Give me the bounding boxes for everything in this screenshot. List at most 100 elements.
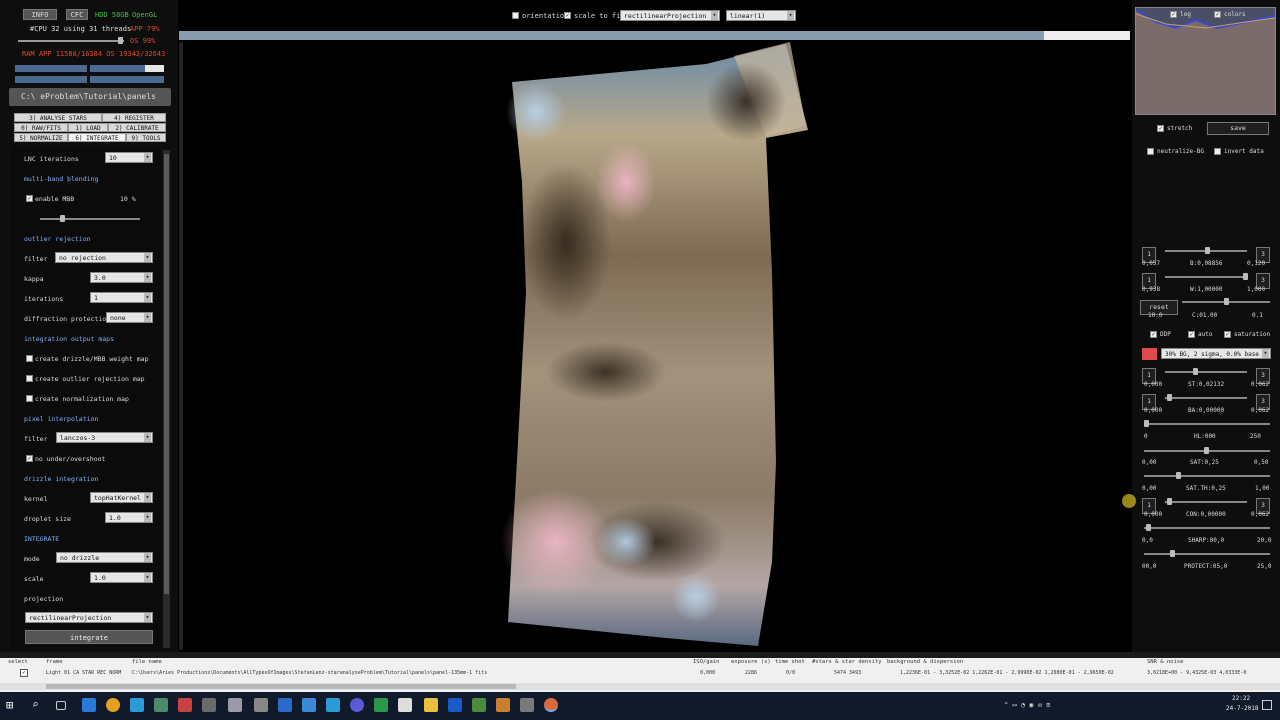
info-button[interactable]: INFO bbox=[23, 9, 57, 20]
ram-status: RAM APP 11588/16384 OS 19343/32643 bbox=[22, 50, 166, 58]
col-select[interactable]: select bbox=[8, 659, 28, 665]
sat-slider[interactable] bbox=[1144, 447, 1270, 454]
col-frame[interactable]: frame bbox=[46, 659, 63, 665]
active-app-icon[interactable] bbox=[544, 698, 558, 712]
splitter[interactable] bbox=[179, 42, 183, 650]
undershoot-checkbox[interactable]: ✓ bbox=[26, 455, 33, 462]
cpu-slider[interactable] bbox=[18, 37, 124, 44]
neutralize-checkbox[interactable] bbox=[1147, 148, 1154, 155]
map2-checkbox[interactable] bbox=[26, 375, 33, 382]
droplet-dropdown[interactable]: 1.0 bbox=[105, 512, 153, 523]
integrate-button[interactable]: integrate bbox=[25, 630, 153, 644]
pixel-filter-dropdown[interactable]: lanczos-3 bbox=[56, 432, 153, 443]
save-button[interactable]: save bbox=[1207, 122, 1269, 135]
search-icon[interactable]: ⌕ bbox=[32, 698, 46, 712]
folder-icon[interactable] bbox=[424, 698, 438, 712]
outlook-icon[interactable] bbox=[448, 698, 462, 712]
app-icon-14[interactable] bbox=[520, 698, 534, 712]
sharp-slider[interactable] bbox=[1144, 524, 1270, 531]
b-slider[interactable] bbox=[1165, 247, 1247, 254]
app-icon-6[interactable] bbox=[278, 698, 292, 712]
iterations-dropdown[interactable]: 1 bbox=[90, 292, 153, 303]
frames-table: select frame file name ISO/gain exposure… bbox=[0, 658, 1280, 692]
scale-to-fit-checkbox[interactable]: ✓ bbox=[564, 12, 571, 19]
projection-dropdown[interactable]: rectilinearProjection bbox=[25, 612, 153, 623]
protect-max: 25,0 bbox=[1257, 563, 1272, 570]
col-time[interactable]: time shot bbox=[775, 659, 805, 665]
cfc-button[interactable]: CFC bbox=[66, 9, 88, 20]
options-scrollbar[interactable] bbox=[163, 150, 170, 648]
cpu-status: #CPU 32 using 31 threads bbox=[30, 25, 132, 33]
mbb-checkbox[interactable]: ✓ bbox=[26, 195, 33, 202]
app-icon-10[interactable] bbox=[374, 698, 388, 712]
tab-calibrate[interactable]: 2) CALIBRATE bbox=[108, 123, 166, 132]
c-slider[interactable] bbox=[1182, 298, 1270, 305]
view-projection-dropdown[interactable]: rectilinearProjection bbox=[620, 10, 720, 21]
saturation-checkbox[interactable]: ✓ bbox=[1224, 331, 1231, 338]
app-icon-1[interactable] bbox=[130, 698, 144, 712]
app-icon-2[interactable] bbox=[154, 698, 168, 712]
app-icon-5[interactable] bbox=[254, 698, 268, 712]
table-scrollbar[interactable] bbox=[0, 683, 1280, 690]
st-min: 0,000 bbox=[1144, 381, 1163, 388]
hl-slider[interactable] bbox=[1144, 420, 1270, 427]
row-select-checkbox[interactable]: ✓ bbox=[20, 669, 28, 677]
st-slider[interactable] bbox=[1165, 368, 1247, 375]
sat-th-slider[interactable] bbox=[1144, 472, 1270, 479]
stretch-checkbox[interactable]: ✓ bbox=[1157, 125, 1164, 132]
col-stars[interactable]: #stars & star density bbox=[812, 659, 882, 665]
tab-load[interactable]: 1) LOAD bbox=[68, 123, 108, 132]
color-swatch[interactable] bbox=[1142, 348, 1157, 360]
col-iso[interactable]: ISO/gain bbox=[693, 659, 720, 665]
mode-dropdown[interactable]: no drizzle bbox=[56, 552, 153, 563]
app-icon-12[interactable] bbox=[472, 698, 486, 712]
log-checkbox[interactable]: ✓ bbox=[1170, 11, 1177, 18]
notification-icon[interactable] bbox=[1262, 700, 1272, 710]
diffraction-dropdown[interactable]: none bbox=[106, 312, 153, 323]
tab-tools[interactable]: 9) TOOLS bbox=[126, 133, 166, 142]
w-slider[interactable] bbox=[1165, 273, 1248, 280]
map3-checkbox[interactable] bbox=[26, 395, 33, 402]
app-icon-11[interactable] bbox=[398, 698, 412, 712]
scale-dropdown[interactable]: 1.0 bbox=[90, 572, 153, 583]
chrome-icon[interactable] bbox=[106, 698, 120, 712]
filezilla-icon[interactable] bbox=[178, 698, 192, 712]
colors-checkbox[interactable]: ✓ bbox=[1214, 11, 1221, 18]
image-canvas[interactable] bbox=[186, 42, 1130, 650]
con-slider[interactable] bbox=[1165, 498, 1247, 505]
invert-checkbox[interactable] bbox=[1214, 148, 1221, 155]
app-icon-7[interactable] bbox=[302, 698, 316, 712]
tab-register[interactable]: 4) REGISTER bbox=[102, 113, 166, 122]
app-icon-9[interactable] bbox=[350, 698, 364, 712]
col-exposure[interactable]: exposure (s) bbox=[731, 659, 771, 665]
app-icon-8[interactable] bbox=[326, 698, 340, 712]
lnc-dropdown[interactable]: 10 bbox=[105, 152, 153, 163]
ddp-checkbox[interactable]: ✓ bbox=[1150, 331, 1157, 338]
col-filename[interactable]: file name bbox=[132, 659, 162, 665]
tray-icons[interactable]: ⌃ ▭ ◔ ◉ ✉ ≡ bbox=[1004, 701, 1050, 709]
orientation-checkbox[interactable] bbox=[512, 12, 519, 19]
map1-checkbox[interactable] bbox=[26, 355, 33, 362]
working-directory[interactable]: C:\ eProblem\Tutorial\panels bbox=[9, 88, 171, 106]
col-snr[interactable]: SNR & noise bbox=[1147, 659, 1183, 665]
app-icon-13[interactable] bbox=[496, 698, 510, 712]
kappa-dropdown[interactable]: 3.0 bbox=[90, 272, 153, 283]
bg-preset-dropdown[interactable]: 30% BG, 2 sigma, 0.0% base bbox=[1161, 348, 1271, 359]
tab-raw-fits[interactable]: 0) RAW/FITS bbox=[14, 123, 68, 132]
kernel-dropdown[interactable]: topHatKernel bbox=[90, 492, 153, 503]
col-background[interactable]: background & dispersion bbox=[887, 659, 963, 665]
app-icon-3[interactable] bbox=[202, 698, 216, 712]
stretch-dropdown[interactable]: linear(1) bbox=[726, 10, 796, 21]
tab-integrate[interactable]: 6) INTEGRATE bbox=[68, 133, 126, 142]
windows-start-icon[interactable]: ⊞ bbox=[6, 698, 20, 712]
rejection-filter-dropdown[interactable]: no rejection bbox=[55, 252, 153, 263]
tab-analyse-stars[interactable]: 3) ANALYSE STARS bbox=[14, 113, 102, 122]
task-view-icon[interactable] bbox=[56, 701, 66, 710]
mbb-slider[interactable] bbox=[40, 215, 140, 222]
auto-checkbox[interactable]: ✓ bbox=[1188, 331, 1195, 338]
edge-icon[interactable] bbox=[82, 698, 96, 712]
tab-normalize[interactable]: 5) NORMALIZE bbox=[14, 133, 68, 142]
protect-slider[interactable] bbox=[1144, 550, 1270, 557]
ba-slider[interactable] bbox=[1165, 394, 1247, 401]
app-icon-4[interactable] bbox=[228, 698, 242, 712]
